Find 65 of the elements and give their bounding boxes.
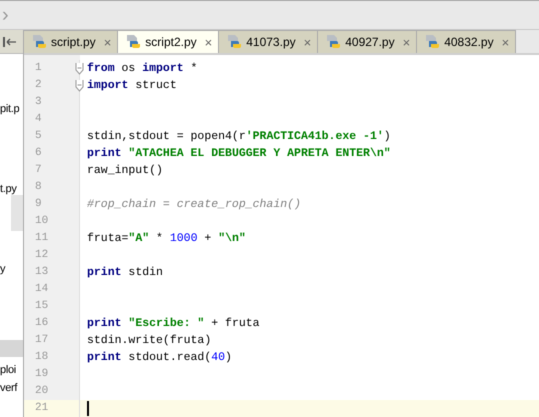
code-editor[interactable] — [24, 55, 539, 417]
line-number: 3 — [34, 95, 43, 110]
tree-item[interactable]: verf — [0, 381, 18, 395]
tree-item[interactable]: y — [0, 262, 6, 276]
python-file-icon — [227, 34, 244, 50]
fold-icon[interactable] — [75, 62, 84, 74]
line-number: 12 — [34, 248, 50, 263]
line-number: 15 — [34, 299, 50, 314]
close-icon[interactable]: × — [104, 34, 112, 50]
line-number: 9 — [34, 197, 43, 212]
line-number: 19 — [34, 367, 50, 382]
line-number: 14 — [34, 282, 50, 297]
line-number: 7 — [34, 163, 43, 178]
line-number: 4 — [34, 112, 43, 127]
line-number: 2 — [34, 78, 43, 93]
python-file-icon — [326, 34, 342, 50]
line-number: 21 — [34, 401, 50, 416]
code-line: stdin,stdout = popen4(r'PRACTICA41b.exe -1') — [87, 129, 391, 145]
close-icon[interactable]: × — [204, 34, 212, 50]
line-number: 18 — [34, 350, 50, 365]
python-file-icon — [32, 34, 48, 50]
python-file-icon — [126, 34, 142, 50]
code-line: fruta="A" * 1000 + "\n" — [87, 231, 246, 247]
text-cursor — [87, 401, 89, 416]
line-number: 11 — [34, 231, 50, 246]
close-icon[interactable]: × — [402, 34, 410, 50]
tab-label: 41073.py — [246, 35, 296, 49]
code-line: import struct — [87, 78, 177, 94]
collapse-icon[interactable] — [3, 36, 17, 46]
tree-item[interactable]: pit.p — [0, 102, 20, 116]
file-tab[interactable]: script.py × — [24, 30, 118, 53]
file-tab[interactable]: 40832.py × — [417, 30, 516, 53]
code-line: raw_input() — [87, 163, 163, 179]
line-number: 13 — [34, 265, 50, 280]
code-line: print "ATACHEA EL DEBUGGER Y APRETA ENTER\n" — [87, 146, 391, 162]
scrollbar-thumb[interactable] — [11, 195, 23, 231]
line-number: 17 — [34, 333, 50, 348]
code-line: print "Escribe: " + fruta — [87, 316, 260, 332]
python-file-icon — [425, 34, 442, 50]
tree-row-highlight — [0, 340, 23, 357]
close-icon[interactable]: × — [304, 34, 312, 50]
line-number: 1 — [34, 61, 43, 76]
line-number: 20 — [34, 384, 50, 399]
tree-item[interactable]: ploi — [0, 363, 16, 377]
fold-icon[interactable] — [75, 80, 84, 92]
line-number: 8 — [34, 180, 43, 195]
file-tab[interactable]: 40927.py × — [318, 30, 418, 53]
line-number: 10 — [34, 214, 50, 229]
tab-label: script.py — [51, 35, 96, 49]
code-line: from os import * — [87, 61, 198, 77]
line-number: 5 — [34, 129, 43, 144]
tree-item[interactable]: t.py — [0, 182, 17, 196]
code-line: #rop_chain = create_rop_chain() — [87, 197, 301, 213]
tab-label: 40832.py — [444, 35, 494, 49]
file-tab[interactable]: 41073.py × — [219, 30, 318, 53]
close-icon[interactable]: × — [502, 34, 510, 50]
line-number: 6 — [34, 146, 43, 161]
tab-label: 40927.py — [345, 35, 395, 49]
code-line: stdin.write(fruta) — [87, 333, 212, 349]
tab-label: script2.py — [145, 35, 197, 49]
line-number: 16 — [34, 316, 50, 331]
code-line: print stdin — [87, 265, 163, 281]
code-line: print stdout.read(40) — [87, 350, 232, 366]
breadcrumb-separator: › — [2, 5, 9, 25]
file-tab[interactable]: script2.py × — [118, 30, 220, 53]
